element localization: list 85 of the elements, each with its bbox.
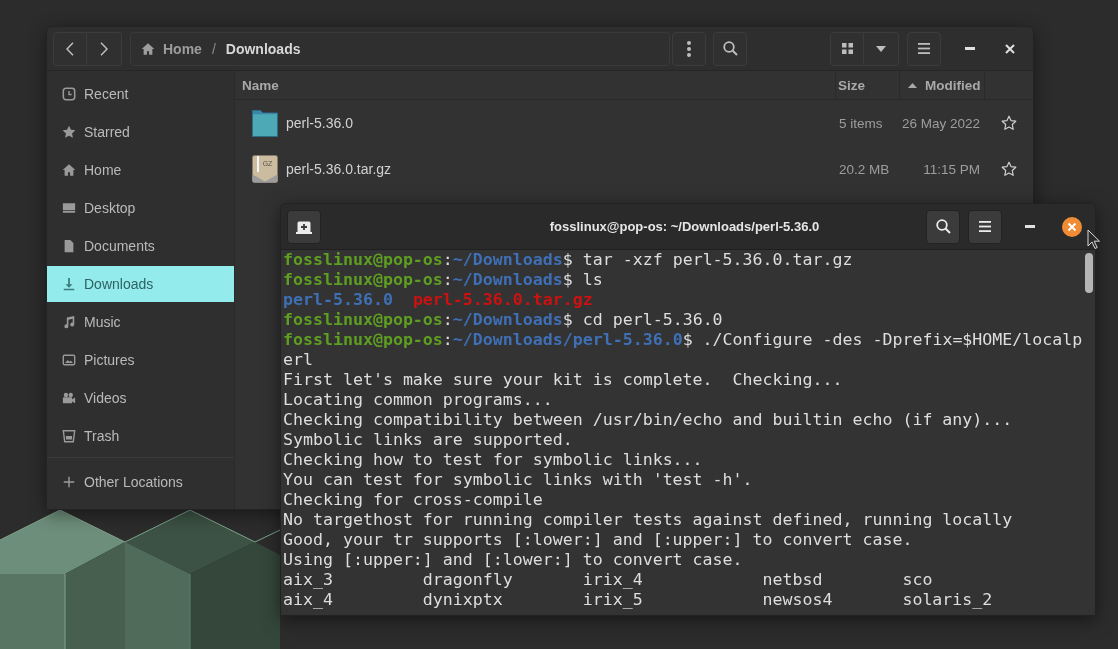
terminal-line: aix_4 dynixptx irix_5 newsos4 solaris_2 <box>283 590 994 610</box>
close-button[interactable] <box>1062 216 1082 237</box>
search-button[interactable] <box>926 209 960 244</box>
trash-icon <box>62 429 76 443</box>
star-icon[interactable] <box>1001 115 1017 131</box>
music-note-icon <box>62 315 76 329</box>
terminal-line: Checking compatibility between /usr/bin/echo and builtin echo (if any)... <box>283 410 1014 430</box>
terminal-line: aix_3 dragonfly irix_4 netbsd sco <box>283 570 934 590</box>
vertical-dots-icon <box>687 40 691 57</box>
close-icon <box>1005 43 1015 54</box>
file-size: 5 items <box>838 115 884 131</box>
sidebar-item[interactable]: Other Locations <box>47 464 234 500</box>
more-options-button[interactable] <box>672 31 706 66</box>
column-header[interactable]: Modified <box>900 71 985 99</box>
terminal-line: fosslinux@pop-os:~/Downloads$ tar -xzf perl-5.36.0.tar.gz <box>283 250 854 270</box>
sidebar-item[interactable]: Trash <box>47 418 234 454</box>
clock-icon <box>62 87 76 101</box>
search-button[interactable] <box>713 31 747 66</box>
window-title: fosslinux@pop-os: ~/Downloads/perl-5.36.0 <box>549 219 820 234</box>
terminal-line: Good, your tr supports [:lower:] and [:upper:] to convert case. <box>283 530 914 550</box>
sidebar-item[interactable]: Recent <box>47 76 234 112</box>
chevron-left-icon <box>66 41 74 56</box>
terminal-line: fosslinux@pop-os:~/Downloads/perl-5.36.0$ ./Configure -des -Dprefix=$HOME/localp <box>283 330 1083 350</box>
search-icon <box>722 41 738 56</box>
terminal-line: Checking for cross-compile <box>283 490 544 510</box>
view-options-dropdown[interactable] <box>864 31 899 66</box>
file-name[interactable]: perl-5.36.0 <box>286 115 353 131</box>
home-icon <box>141 41 155 56</box>
plus-icon <box>62 475 76 489</box>
sort-arrow-icon <box>908 82 917 88</box>
modified-date: 26 May 2022 <box>900 115 981 131</box>
sidebar-item[interactable]: Home <box>47 152 234 188</box>
menu-icon <box>979 221 991 232</box>
terminal-line: fosslinux@pop-os:~/Downloads$ cd perl-5.36.0 <box>283 310 724 330</box>
file-name[interactable]: perl-5.36.0.tar.gz <box>286 161 392 177</box>
file-size: 20.2 MB <box>838 161 891 177</box>
video-camera-icon <box>62 391 76 405</box>
star-icon <box>62 125 76 139</box>
terminal-line: erl <box>283 350 314 370</box>
terminal-line: fosslinux@pop-os:~/Downloads$ ls <box>283 270 604 290</box>
close-icon <box>1062 216 1082 237</box>
caret-down-icon <box>876 45 886 52</box>
terminal-line: No targethost for running compiler tests against defined, running locally <box>283 510 1014 530</box>
menu-button[interactable] <box>968 209 1002 244</box>
minimize-icon <box>1025 225 1035 228</box>
picture-icon <box>62 353 76 367</box>
chevron-right-icon <box>100 41 108 56</box>
menu-button[interactable] <box>907 31 941 66</box>
column-header[interactable]: Name <box>235 71 836 99</box>
terminal-line: Checking how to test for symbolic links... <box>283 450 704 470</box>
terminal-line: Symbolic links are supported. <box>283 430 574 450</box>
sidebar-item[interactable]: Pictures <box>47 342 234 378</box>
sidebar-item[interactable]: Music <box>47 304 234 340</box>
minimize-icon <box>965 47 975 50</box>
grid-view-button[interactable] <box>830 31 864 66</box>
breadcrumb-separator: / <box>211 40 216 57</box>
new-tab-icon <box>296 219 312 234</box>
search-icon <box>935 219 951 234</box>
back-button[interactable] <box>53 31 87 66</box>
folder-icon <box>252 109 278 137</box>
terminal-line: Using [:upper:] and [:lower:] to convert case. <box>283 550 744 570</box>
scrollbar[interactable] <box>1085 253 1093 293</box>
breadcrumb-button[interactable]: Home <box>141 40 202 57</box>
terminal-line: You can test for symbolic links with 'test -h'. <box>283 470 754 490</box>
monitor-icon <box>62 201 76 215</box>
terminal-line: Locating common programs... <box>283 390 554 410</box>
terminal-line: perl-5.36.0 perl-5.36.0.tar.gz <box>283 290 594 310</box>
sidebar-item[interactable]: Starred <box>47 114 234 150</box>
grid-icon <box>841 43 853 54</box>
terminal-line: First let's make sure your kit is complete. Checking... <box>283 370 844 390</box>
breadcrumb-button[interactable]: Downloads <box>225 40 301 57</box>
sidebar-item[interactable]: Desktop <box>47 190 234 226</box>
modified-date: 11:15 PM <box>922 161 981 177</box>
new-tab-button[interactable] <box>287 209 321 244</box>
path-bar[interactable]: Home / Downloads <box>130 31 670 66</box>
home-icon <box>62 163 76 177</box>
column-header[interactable]: Size <box>836 71 900 99</box>
sidebar-item[interactable]: Downloads <box>47 266 234 302</box>
menu-icon <box>918 43 930 54</box>
download-icon <box>62 277 76 291</box>
sidebar-item[interactable]: Documents <box>47 228 234 264</box>
star-icon[interactable] <box>1001 161 1017 177</box>
forward-button[interactable] <box>87 31 122 66</box>
sidebar-item[interactable]: Videos <box>47 380 234 416</box>
document-icon <box>62 239 76 253</box>
